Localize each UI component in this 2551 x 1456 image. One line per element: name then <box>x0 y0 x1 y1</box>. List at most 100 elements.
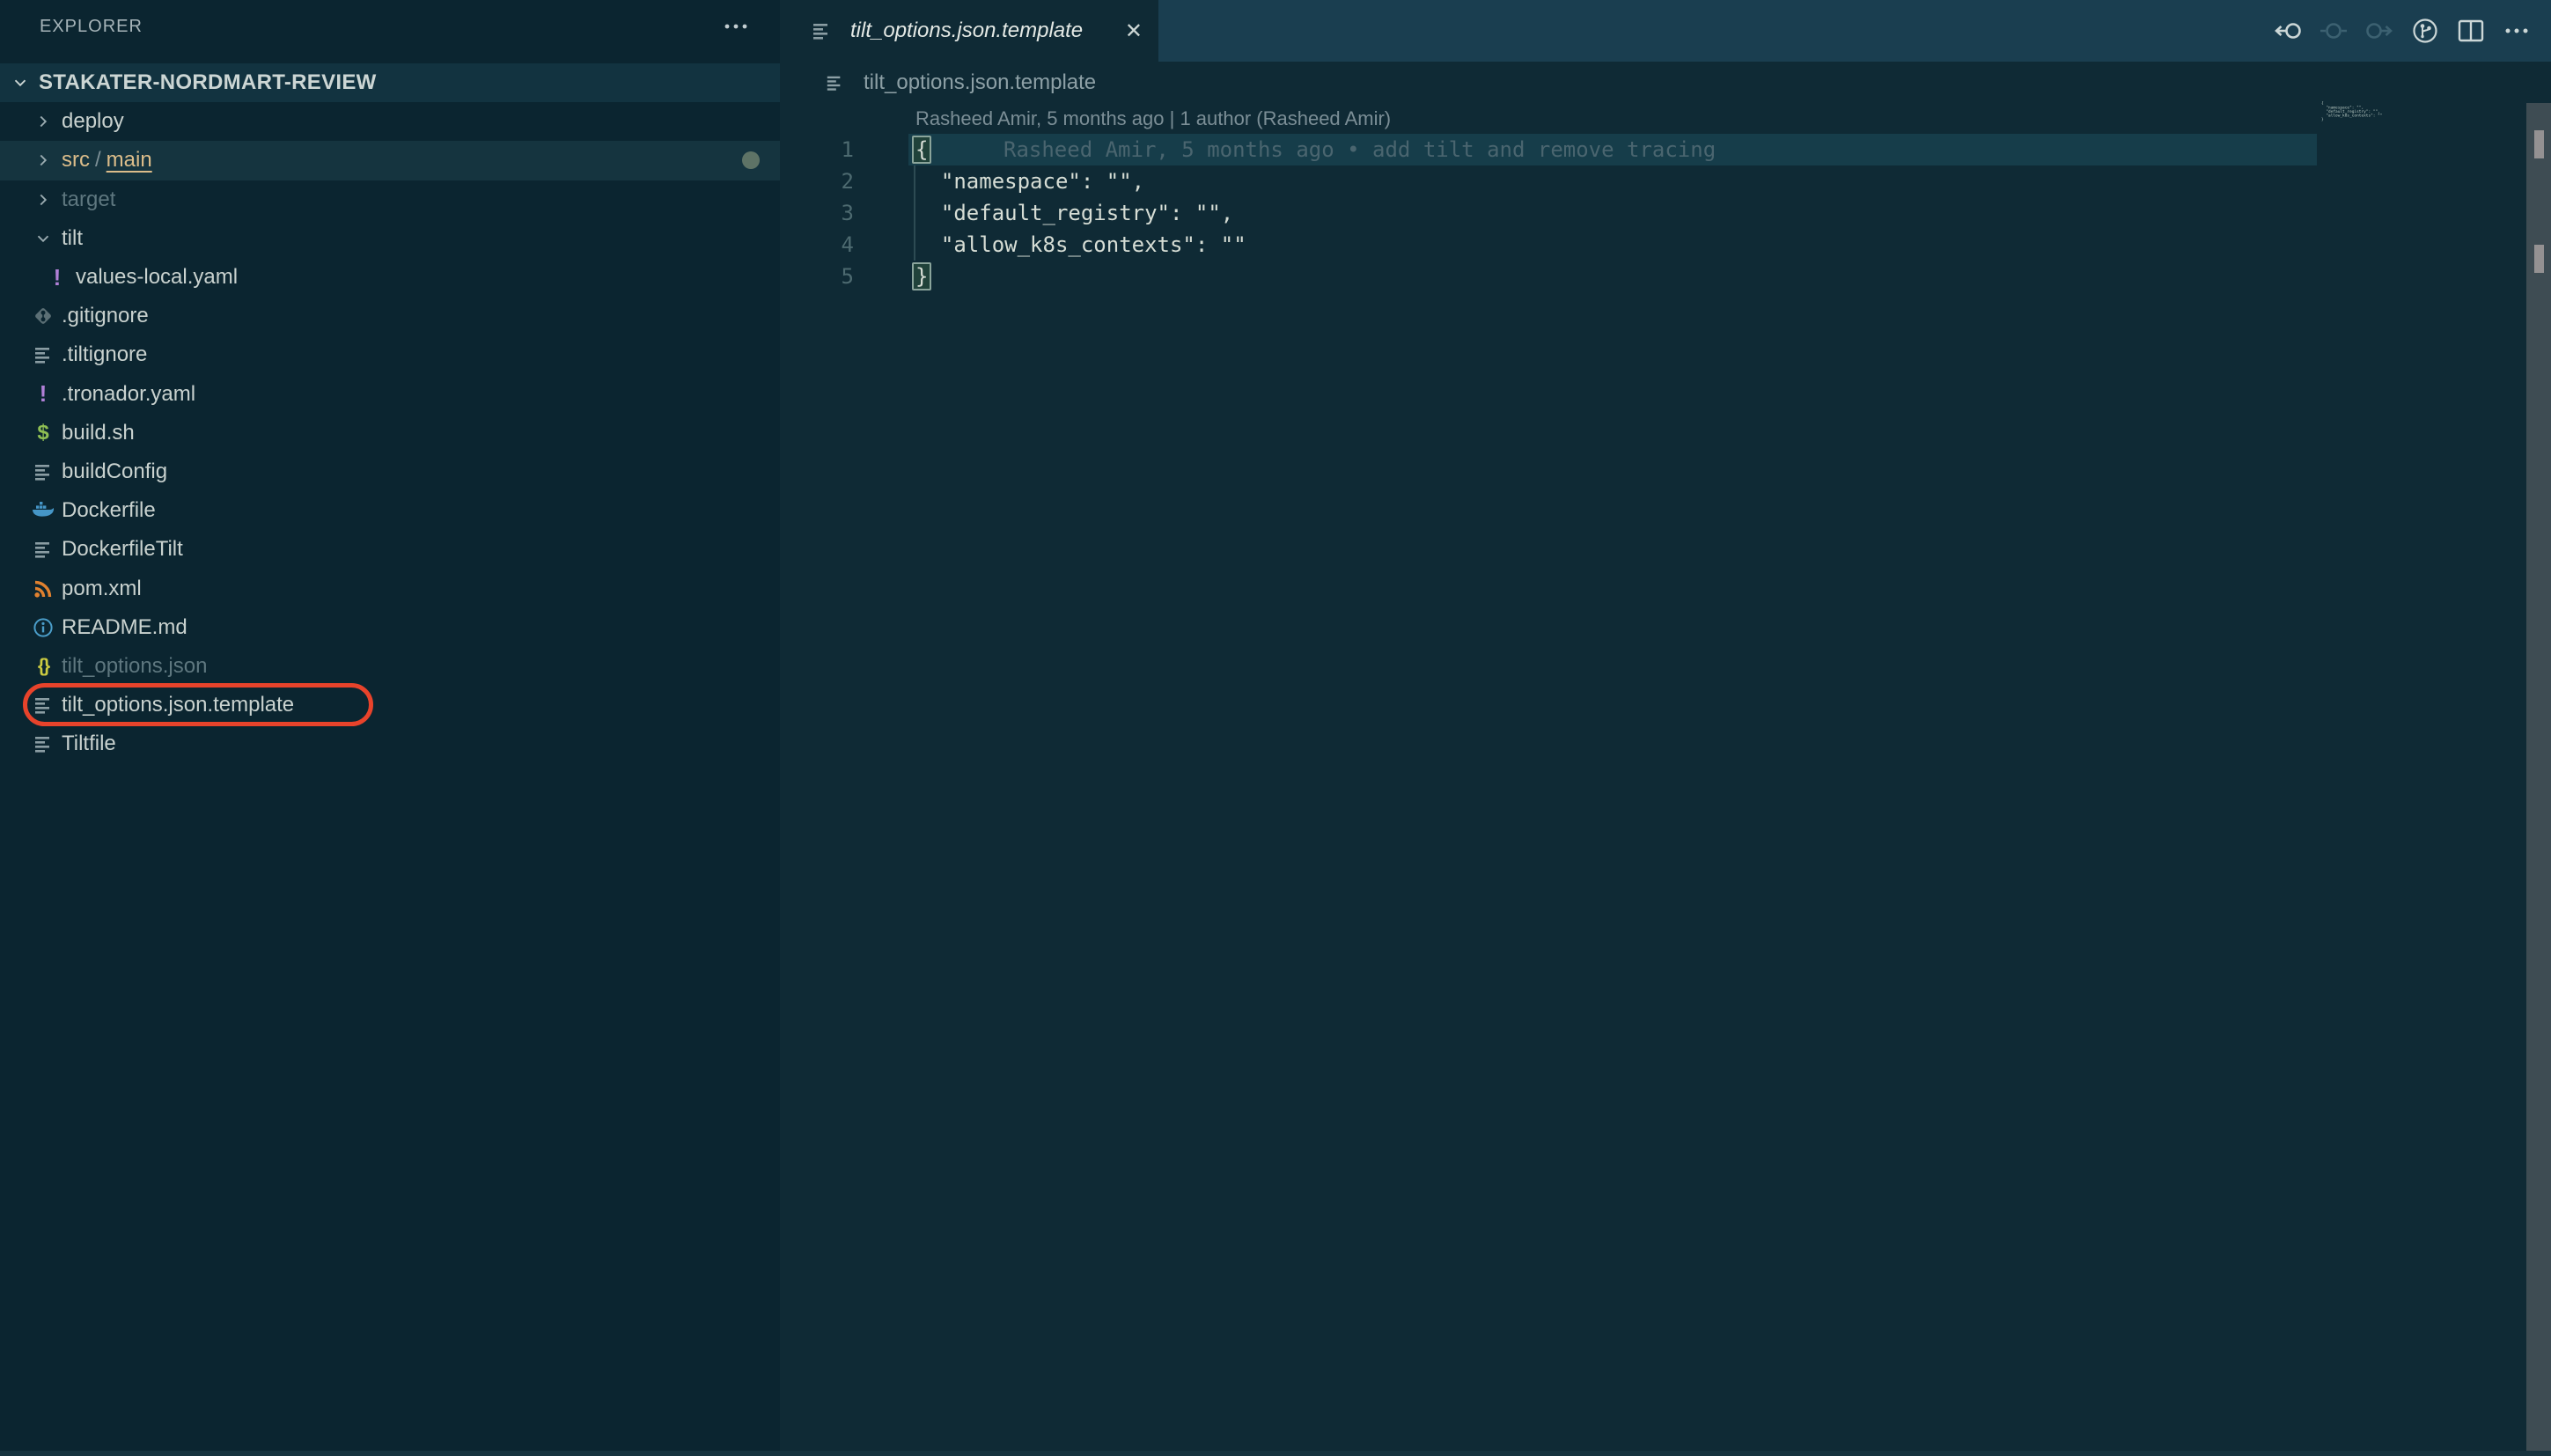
more-actions-button[interactable] <box>2500 11 2533 50</box>
tree-file-dockerfile[interactable]: Dockerfile <box>0 491 780 530</box>
tree-item-label: tilt <box>62 226 83 251</box>
tree-file-readme-md[interactable]: README.md <box>0 608 780 647</box>
tree-item-label: values-local.yaml <box>76 265 238 290</box>
breadcrumb-file-label[interactable]: tilt_options.json.template <box>864 70 1096 95</box>
tree-file-tiltfile[interactable]: Tiltfile <box>0 724 780 763</box>
circle-arrow-left-icon <box>2273 19 2303 42</box>
chevron-right-icon <box>32 187 55 213</box>
explorer-sidebar: EXPLORER STAKATER-NORDMART-REVIEW deploy… <box>0 0 780 1456</box>
line-number: 1 <box>780 134 854 165</box>
overview-ruler-mark[interactable] <box>2534 245 2544 273</box>
yaml-exclaim-icon: ! <box>32 381 55 408</box>
tree-file-tilt-options-json[interactable]: {} tilt_options.json <box>0 647 780 686</box>
tree-item-label: deploy <box>62 109 124 134</box>
yaml-exclaim-icon: ! <box>46 264 69 290</box>
code-line-5[interactable]: 5} <box>780 261 2526 292</box>
code-editor[interactable]: Rasheed Amir, 5 months ago | 1 author (R… <box>780 103 2526 292</box>
line-content: } <box>915 261 928 292</box>
bracket-match: } <box>912 262 931 290</box>
line-content: "default_registry": "", <box>915 197 1233 229</box>
open-changes-button[interactable] <box>2317 11 2350 50</box>
line-content: "allow_k8s_contexts": "" <box>915 229 1246 261</box>
ellipsis-icon[interactable] <box>718 9 754 44</box>
info-circle-icon <box>32 614 55 641</box>
chevron-right-icon <box>32 147 55 173</box>
file-lines-icon <box>32 731 55 757</box>
gitlens-button[interactable] <box>2408 11 2442 50</box>
line-content: { <box>915 134 928 165</box>
indent-guide <box>914 165 915 261</box>
tab-tilt-options-template[interactable]: tilt_options.json.template ✕ <box>780 0 1158 62</box>
circle-arrow-right-icon <box>2364 19 2394 42</box>
tree-item-label: DockerfileTilt <box>62 537 183 562</box>
tree-folder-target[interactable]: target <box>0 180 780 219</box>
overview-ruler-mark[interactable] <box>2534 130 2544 158</box>
gitlens-branch-icon <box>2411 17 2439 45</box>
scrollbar-track[interactable] <box>2526 103 2551 1451</box>
line-number: 3 <box>780 197 854 229</box>
tree-item-label: buildConfig <box>62 460 167 484</box>
tree-item-label: target <box>62 188 115 212</box>
tree-item-label: .tronador.yaml <box>62 382 195 407</box>
tree-item-label: tilt_options.json.template <box>62 693 294 717</box>
tree-file--tronador-yaml[interactable]: ! .tronador.yaml <box>0 375 780 414</box>
chevron-down-icon <box>9 70 32 96</box>
line-number: 2 <box>780 165 854 197</box>
bracket-match: { <box>912 136 931 164</box>
file-lines-icon <box>32 342 55 368</box>
tree-file-tilt-options-json-template[interactable]: tilt_options.json.template <box>0 686 780 724</box>
next-change-button[interactable] <box>2363 11 2396 50</box>
tree-item-label: Dockerfile <box>62 498 156 523</box>
gitlens-inline-blame: Rasheed Amir, 5 months ago • add tilt an… <box>1003 134 1716 165</box>
tree-item-label: pom.xml <box>62 577 142 601</box>
file-lines-icon <box>32 536 55 563</box>
ellipsis-icon <box>2503 27 2530 34</box>
vscode-window: EXPLORER STAKATER-NORDMART-REVIEW deploy… <box>0 0 2551 1456</box>
line-number: 4 <box>780 229 854 261</box>
split-editor-icon <box>2458 18 2484 43</box>
xml-rss-icon <box>32 576 55 602</box>
editor-toolbar <box>2271 0 2533 62</box>
close-icon[interactable]: ✕ <box>1125 18 1143 44</box>
split-editor-button[interactable] <box>2454 11 2488 50</box>
line-content: "namespace": "", <box>915 165 1144 197</box>
file-lines-icon <box>32 692 55 718</box>
tree-file-pom-xml[interactable]: pom.xml <box>0 569 780 607</box>
git-diamond-icon <box>32 303 55 329</box>
file-lines-icon <box>810 18 833 44</box>
tree-file--gitignore[interactable]: .gitignore <box>0 297 780 335</box>
file-lines-icon <box>32 459 55 485</box>
file-tree: STAKATER-NORDMART-REVIEW deploy src/main t… <box>0 63 780 763</box>
tree-folder-src-main[interactable]: src/main <box>0 141 780 180</box>
tree-item-label: build.sh <box>62 421 135 445</box>
code-line-1[interactable]: 1 { Rasheed Amir, 5 months ago • add tilt … <box>780 134 2526 165</box>
chevron-down-icon <box>32 225 55 252</box>
tree-folder-tilt[interactable]: tilt <box>0 219 780 258</box>
tree-file-build-sh[interactable]: $build.sh <box>0 414 780 452</box>
code-line-4[interactable]: 4 "allow_k8s_contexts": "" <box>780 229 2526 261</box>
window-bottom-edge <box>0 1451 2551 1456</box>
code-line-2[interactable]: 2 "namespace": "", <box>780 165 2526 197</box>
workspace-root-label: STAKATER-NORDMART-REVIEW <box>39 70 377 95</box>
previous-change-button[interactable] <box>2271 11 2305 50</box>
tree-file-values-local-yaml[interactable]: ! values-local.yaml <box>0 258 780 297</box>
editor-tab-bar: tilt_options.json.template ✕ <box>780 0 2551 62</box>
tree-folder-deploy[interactable]: deploy <box>0 102 780 141</box>
json-braces-icon: {} <box>32 653 55 680</box>
file-lines-icon <box>823 70 846 96</box>
docker-whale-icon <box>32 497 55 524</box>
minimap-code: { "namespace": "", "default_registry": "… <box>2321 101 2354 121</box>
minimap[interactable]: { "namespace": "", "default_registry": "… <box>2321 101 2497 207</box>
line-number: 5 <box>780 261 854 292</box>
tree-item-label: README.md <box>62 615 187 640</box>
tree-file-buildconfig[interactable]: buildConfig <box>0 452 780 491</box>
tree-item-label: tilt_options.json <box>62 654 207 679</box>
tree-item-label: src/main <box>62 148 152 173</box>
workspace-root-row[interactable]: STAKATER-NORDMART-REVIEW <box>0 63 780 102</box>
tree-item-label: .gitignore <box>62 304 149 328</box>
code-line-3[interactable]: 3 "default_registry": "", <box>780 197 2526 229</box>
tree-file-dockerfiletilt[interactable]: DockerfileTilt <box>0 530 780 569</box>
explorer-title: EXPLORER <box>40 17 143 37</box>
tree-file--tiltignore[interactable]: .tiltignore <box>0 335 780 374</box>
gitlens-blame-header: Rasheed Amir, 5 months ago | 1 author (R… <box>780 103 2526 134</box>
